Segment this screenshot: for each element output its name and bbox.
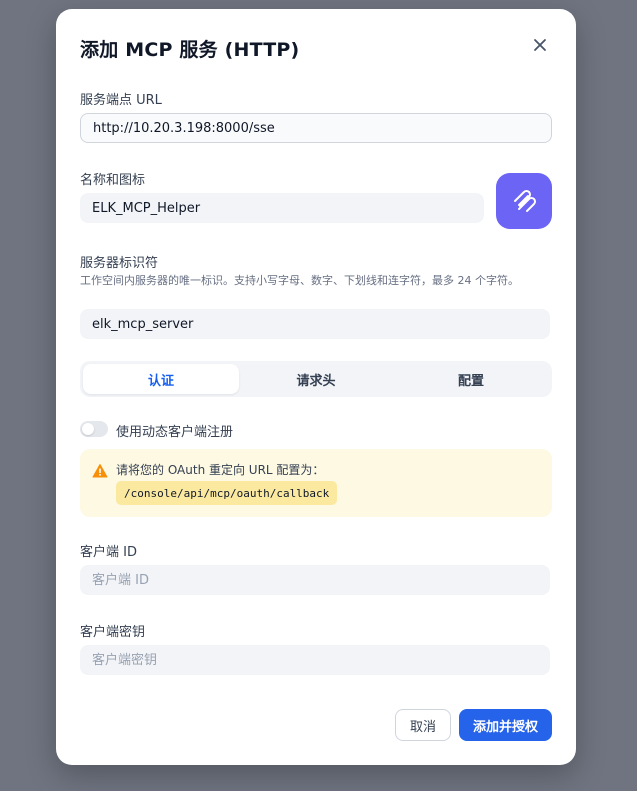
dynamic-registration-toggle[interactable] <box>80 421 108 437</box>
paperclip-icon <box>514 189 537 212</box>
close-icon[interactable] <box>530 35 550 55</box>
toggle-knob <box>82 423 94 435</box>
dynamic-registration-label: 使用动态客户端注册 <box>116 425 234 440</box>
server-id-label: 服务器标识符 <box>80 256 159 271</box>
dialog-title: 添加 MCP 服务 (HTTP) <box>80 39 300 61</box>
tab-headers[interactable]: 请求头 <box>238 364 394 394</box>
add-mcp-service-dialog: 添加 MCP 服务 (HTTP) 服务端点 URL 名称和图标 服务器标识符 工… <box>56 9 576 765</box>
tab-auth[interactable]: 认证 <box>83 364 239 394</box>
client-id-input[interactable] <box>80 565 550 595</box>
warning-triangle-icon <box>92 464 108 478</box>
redirect-url-notice: 请将您的 OAuth 重定向 URL 配置为： /console/api/mcp… <box>80 449 552 517</box>
endpoint-label: 服务端点 URL <box>80 93 162 108</box>
add-and-authorize-button[interactable]: 添加并授权 <box>459 709 552 741</box>
endpoint-url-input[interactable] <box>80 113 552 143</box>
name-input[interactable] <box>80 193 484 223</box>
client-id-label: 客户端 ID <box>80 545 137 560</box>
server-id-input[interactable] <box>80 309 550 339</box>
tab-config[interactable]: 配置 <box>393 364 549 394</box>
name-icon-label: 名称和图标 <box>80 173 146 188</box>
notice-text: 请将您的 OAuth 重定向 URL 配置为： <box>116 463 325 477</box>
server-id-hint: 工作空间内服务器的唯一标识。支持小写字母、数字、下划线和连字符，最多 24 个字… <box>80 274 519 287</box>
config-tabs: 认证 请求头 配置 <box>80 361 552 397</box>
service-icon-picker[interactable] <box>496 173 552 229</box>
redirect-url-code: /console/api/mcp/oauth/callback <box>116 481 338 505</box>
client-secret-input[interactable] <box>80 645 550 675</box>
cancel-button[interactable]: 取消 <box>395 709 451 741</box>
client-secret-label: 客户端密钥 <box>80 625 146 640</box>
